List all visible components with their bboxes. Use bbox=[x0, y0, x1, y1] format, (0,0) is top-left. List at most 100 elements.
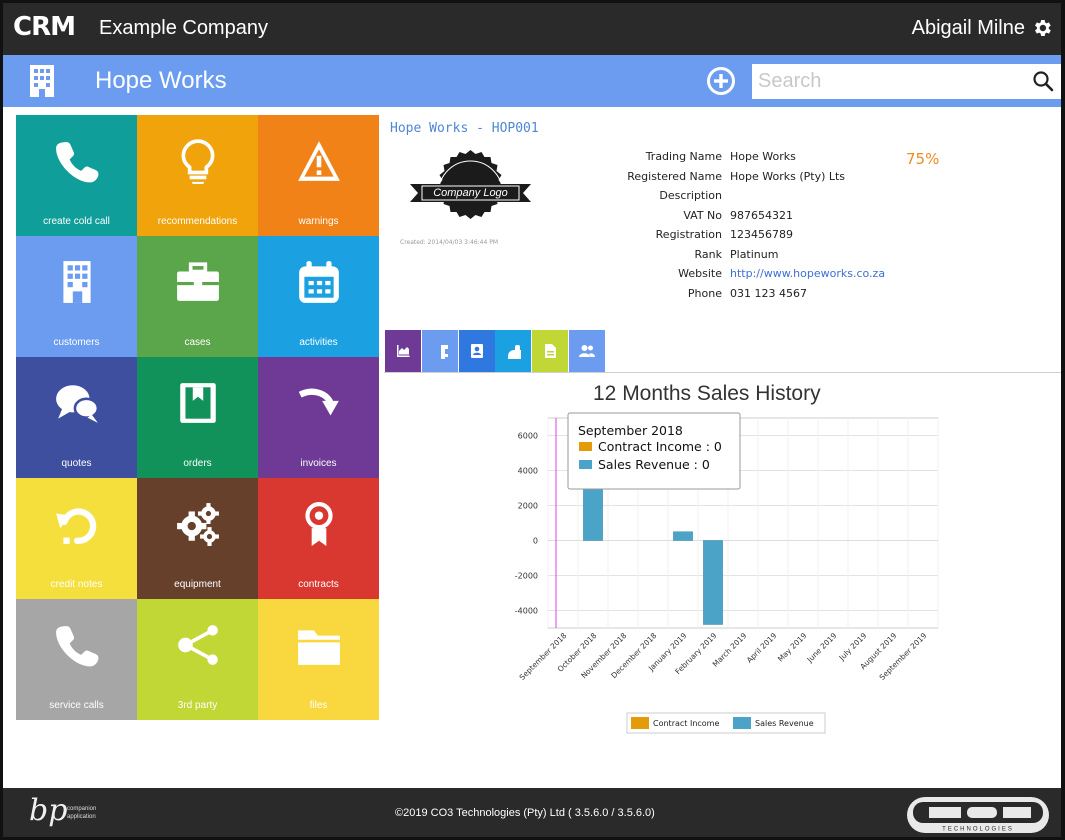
calendar-icon bbox=[508, 345, 522, 359]
tile-cases[interactable]: cases bbox=[137, 236, 258, 357]
legend-swatch bbox=[631, 717, 649, 729]
speech-bubbles-icon bbox=[55, 385, 99, 423]
warning-icon bbox=[297, 141, 340, 181]
app-window: CRM Example Company Abigail Milne Hope W… bbox=[0, 0, 1065, 840]
tile-label: warnings bbox=[298, 216, 339, 227]
tile-files[interactable]: files bbox=[258, 599, 379, 720]
bp-caption-line-1: companion bbox=[67, 806, 97, 812]
search-icon[interactable] bbox=[1032, 70, 1054, 92]
title-bar: Hope Works bbox=[3, 55, 1061, 107]
tile-customers[interactable]: customers bbox=[16, 236, 137, 357]
tab-calendar[interactable] bbox=[495, 330, 532, 372]
building-icon bbox=[62, 261, 91, 303]
footer: bp companion application ©2019 CO3 Techn… bbox=[3, 788, 1061, 837]
bar-sales-revenue bbox=[673, 531, 693, 541]
tile-label: recommendations bbox=[157, 216, 238, 227]
calendar-icon bbox=[298, 261, 339, 303]
phone-icon bbox=[55, 142, 98, 183]
field-value: Hope Works (Pty) Lts bbox=[730, 169, 846, 183]
sales-chart: 6000400020000-2000-4000September 2018Oct… bbox=[515, 412, 939, 734]
field-value: Platinum bbox=[730, 247, 779, 261]
tile-create-cold-call[interactable]: create cold call bbox=[16, 115, 137, 236]
chart-tooltip: September 2018Contract Income : 0 Sales R… bbox=[567, 412, 741, 490]
field-label: Trading Name bbox=[645, 150, 722, 163]
tile-grid: create cold call recommendations warnings c… bbox=[16, 115, 379, 720]
field-label: Description bbox=[659, 189, 722, 202]
tab-users[interactable] bbox=[569, 330, 605, 372]
tile-activities[interactable]: activities bbox=[258, 236, 379, 357]
company-logo: Company Logo bbox=[408, 148, 533, 238]
tile-orders[interactable]: orders bbox=[137, 357, 258, 478]
co3-logo: TECHNOLOGIES bbox=[907, 797, 1049, 833]
tab-contact-card[interactable] bbox=[458, 330, 495, 372]
tile-label: files bbox=[309, 700, 328, 711]
x-tick-label: June 2019 bbox=[805, 631, 839, 665]
chart-title: 12 Months Sales History bbox=[593, 382, 821, 405]
tile-label: quotes bbox=[61, 458, 92, 469]
chart-legend: Contract Income Sales Revenue bbox=[626, 712, 826, 734]
field-label: Registered Name bbox=[627, 169, 722, 183]
field-label: Website bbox=[678, 267, 722, 280]
tile-label: create cold call bbox=[43, 216, 110, 227]
lightbulb-icon bbox=[181, 139, 214, 184]
field-value: 031 123 4567 bbox=[730, 286, 807, 300]
crm-logo[interactable]: CRM bbox=[13, 14, 76, 40]
bar-sales-revenue bbox=[703, 540, 723, 625]
folder-icon bbox=[297, 630, 340, 665]
user-name[interactable]: Abigail Milne bbox=[912, 17, 1025, 39]
tooltip-line: Contract Income : 0 bbox=[598, 439, 722, 454]
field-label: Phone bbox=[687, 286, 722, 300]
tooltip-swatch bbox=[579, 460, 592, 469]
bp-caption: companion application bbox=[67, 805, 96, 821]
tab-building[interactable] bbox=[421, 330, 458, 372]
y-tick-label: 4000 bbox=[518, 467, 538, 476]
page-title: Hope Works bbox=[95, 67, 227, 94]
share-icon bbox=[177, 625, 218, 665]
area-chart-icon bbox=[397, 345, 410, 357]
y-tick-label: 6000 bbox=[518, 432, 538, 441]
bp-caption-line-2: application bbox=[67, 814, 96, 820]
tile-label: credit notes bbox=[50, 579, 103, 590]
tab-divider bbox=[384, 372, 1061, 373]
record-title: Hope Works - HOP001 bbox=[390, 121, 539, 136]
tile-invoices[interactable]: invoices bbox=[258, 357, 379, 478]
tile-label: cases bbox=[184, 337, 211, 348]
tile-service-calls[interactable]: service calls bbox=[16, 599, 137, 720]
tile-label: orders bbox=[183, 458, 212, 469]
field-value: 987654321 bbox=[730, 208, 793, 222]
y-tick-label: 2000 bbox=[518, 502, 538, 511]
gear-icon[interactable] bbox=[1031, 17, 1053, 39]
legend-label: Contract Income bbox=[653, 719, 719, 728]
tooltip-swatch bbox=[579, 442, 592, 451]
search-input[interactable] bbox=[752, 64, 1022, 99]
tile-label: contracts bbox=[298, 579, 339, 590]
plus-circle-icon[interactable] bbox=[706, 66, 736, 96]
legend-swatch bbox=[733, 717, 751, 729]
footer-copyright: ©2019 CO3 Technologies (Pty) Ltd ( 3.5.6… bbox=[395, 807, 655, 819]
tile-label: customers bbox=[53, 337, 100, 348]
gears-icon bbox=[176, 503, 219, 546]
website-link[interactable]: http://www.hopeworks.co.za bbox=[730, 267, 885, 281]
y-tick-label: -4000 bbox=[515, 607, 538, 616]
tab-area-chart[interactable] bbox=[385, 330, 421, 372]
field-label: Registration bbox=[655, 228, 722, 241]
tile-recommendations[interactable]: recommendations bbox=[137, 115, 258, 236]
y-tick-label: -2000 bbox=[515, 572, 538, 581]
x-tick-label: September 2018 bbox=[518, 631, 569, 682]
tile-contracts[interactable]: contracts bbox=[258, 478, 379, 599]
tile-3rd-party[interactable]: 3rd party bbox=[137, 599, 258, 720]
tile-label: equipment bbox=[174, 579, 221, 590]
tile-quotes[interactable]: quotes bbox=[16, 357, 137, 478]
search-box bbox=[752, 64, 1061, 99]
tooltip-title: September 2018 bbox=[578, 423, 683, 438]
field-label: Rank bbox=[694, 247, 722, 261]
tile-credit-notes[interactable]: credit notes bbox=[16, 478, 137, 599]
contact-card-icon bbox=[470, 344, 483, 358]
tile-equipment[interactable]: equipment bbox=[137, 478, 258, 599]
tile-label: service calls bbox=[49, 700, 104, 711]
book-icon bbox=[179, 383, 216, 423]
building-icon bbox=[440, 345, 448, 359]
briefcase-icon bbox=[176, 262, 219, 301]
tab-document[interactable] bbox=[532, 330, 569, 372]
tile-warnings[interactable]: warnings bbox=[258, 115, 379, 236]
